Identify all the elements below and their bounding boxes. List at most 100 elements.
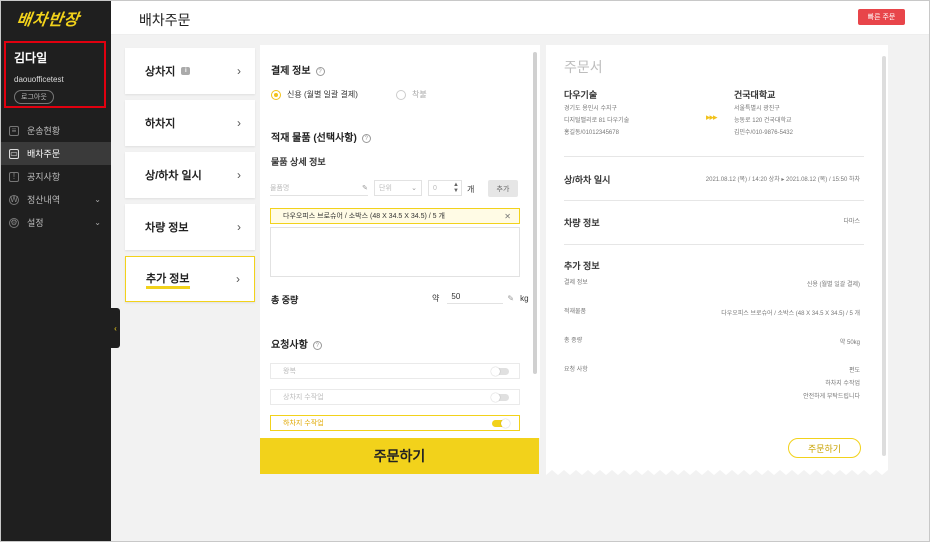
gear-icon: ⚙ <box>9 217 19 228</box>
sidebar-item-settings[interactable]: ⚙ 설정 ⌄ <box>1 211 111 234</box>
toggle-label: 왕복 <box>283 368 296 375</box>
sidebar-item-label: 설정 <box>27 218 44 228</box>
weight-value: 50 <box>451 292 461 301</box>
profile-id: daouofficetest <box>14 75 64 84</box>
chevron-left-icon: ‹ <box>114 323 117 333</box>
help-icon[interactable]: ? <box>315 67 325 76</box>
sidebar-item-dispatch-order[interactable]: ▭ 배차주문 <box>1 142 111 165</box>
item-name-input[interactable]: 물품명 ✎ <box>270 180 368 196</box>
cargo-value: 다우오피스 브로슈어 / 소박스 (48 X 34.5 X 34.5) / 5 … <box>721 311 860 317</box>
truck-icon: ▭ <box>9 148 19 159</box>
chevron-right-icon: › <box>237 220 241 234</box>
close-icon[interactable]: ✕ <box>504 212 511 221</box>
profile-name: 김다일 <box>14 51 48 65</box>
step-label: 상/하차 일시 <box>145 170 202 182</box>
schedule-value: 2021.08.12 (목) / 14:20 상차 ▸ 2021.08.12 (… <box>705 177 860 183</box>
add-item-button[interactable]: 추가 <box>488 180 518 197</box>
request-section-title: 요청사항? <box>271 336 322 351</box>
request-round-trip-toggle[interactable]: 왕복 <box>270 363 520 379</box>
page-title: 배차주문 <box>139 12 191 28</box>
sidebar-item-settlement[interactable]: W 정산내역 ⌄ <box>1 188 111 211</box>
help-icon[interactable]: ? <box>312 341 322 350</box>
logo[interactable]: 배차반장 <box>1 1 111 35</box>
cargo-label: 적재물품 <box>564 309 587 315</box>
step-label: 상차지 <box>145 66 176 78</box>
step-additional[interactable]: 추가 정보 › <box>125 256 255 302</box>
cargo-section-title: 적재 물품 (선택사항)? <box>271 129 371 144</box>
radio-dot <box>271 89 281 100</box>
vehicle-label: 차량 정보 <box>564 218 600 228</box>
toggle-switch[interactable] <box>492 419 510 428</box>
cargo-title-text: 적재 물품 (선택사항) <box>271 133 357 144</box>
weight-value: 약 50kg <box>839 340 860 346</box>
weight-unit: kg <box>520 293 529 303</box>
payment-section-title: 결제 정보? <box>271 62 325 77</box>
submit-order-button[interactable]: 주문하기 <box>260 438 539 474</box>
request-title-text: 요청사항 <box>271 340 308 351</box>
radio-dot <box>396 89 406 100</box>
pencil-icon: ✎ <box>507 293 515 303</box>
arrow-right-icon: ▸▸▸ <box>706 112 718 122</box>
payment-credit-radio[interactable]: 신용 (월별 일괄 결제) <box>271 89 358 100</box>
extra-info-label: 추가 정보 <box>564 261 600 271</box>
step-pickup[interactable]: 상차지 i › <box>125 48 255 94</box>
order-receipt: 주문서 다우기술 경기도 용인시 수지구 디지털밸리로 81 다우기술 홍길동/… <box>546 45 888 470</box>
total-weight-label: 총 중량 <box>271 295 299 305</box>
chevron-down-icon: ⌄ <box>94 218 101 227</box>
chevron-right-icon: › <box>237 168 241 182</box>
sidebar-item-notice[interactable]: ! 공지사항 <box>1 165 111 188</box>
vehicle-value: 다마스 <box>843 219 860 225</box>
form-scrollbar[interactable] <box>533 52 537 374</box>
pickup-address-line: 경기도 용인시 수지구 <box>564 106 618 112</box>
request-value: 하차지 수작업 <box>825 381 860 387</box>
chevron-right-icon: › <box>237 116 241 130</box>
logout-button[interactable]: 로그아웃 <box>14 90 54 104</box>
help-icon[interactable]: ? <box>361 134 371 143</box>
request-pickup-manual-toggle[interactable]: 상차지 수작업 <box>270 389 520 405</box>
order-form-panel: 결제 정보? 신용 (월별 일괄 결제) 착불 적재 물품 (선택사항)? 물품… <box>260 45 540 438</box>
receipt-order-button[interactable]: 주문하기 <box>788 438 861 458</box>
cargo-item-tag: 다우오피스 브로슈어 / 소박스 (48 X 34.5 X 34.5) / 5 … <box>270 208 520 224</box>
toggle-switch[interactable] <box>491 367 509 376</box>
sidebar-item-transport-status[interactable]: ≡ 운송현황 <box>1 119 111 142</box>
quick-order-button[interactable]: 빠른 주문 <box>858 9 905 25</box>
sidebar-item-label: 배차주문 <box>27 149 61 159</box>
total-weight-field[interactable]: 약 50 ✎ kg <box>432 292 529 304</box>
profile-box: 김다일 daouofficetest 로그아웃 <box>4 41 106 108</box>
quantity-stepper[interactable]: 0 ▲ ▼ <box>428 180 462 196</box>
step-dropoff[interactable]: 하차지 › <box>125 100 255 146</box>
request-dropoff-manual-toggle[interactable]: 하차지 수작업 <box>270 415 520 431</box>
pickup-name: 다우기술 <box>564 90 598 100</box>
receipt-scrollbar[interactable] <box>882 56 886 456</box>
cargo-list-area[interactable] <box>270 227 520 277</box>
pickup-contact: 홍길동/01012345678 <box>564 130 619 136</box>
step-label: 추가 정보 <box>146 270 190 289</box>
step-label: 차량 정보 <box>145 222 189 234</box>
step-schedule[interactable]: 상/하차 일시 › <box>125 152 255 198</box>
dropoff-address: 서울특별시 광진구 능동로 120 건국대학교 김민수/010-9876-543… <box>734 103 793 139</box>
radio-label: 신용 (월별 일괄 결제) <box>287 90 358 99</box>
toggle-switch[interactable] <box>491 393 509 402</box>
cargo-item-text: 다우오피스 브로슈어 / 소박스 (48 X 34.5 X 34.5) / 5 … <box>283 213 445 220</box>
chevron-right-icon: › <box>237 64 241 78</box>
quantity-value: 0 <box>433 184 437 192</box>
pencil-icon: ✎ <box>362 184 368 192</box>
request-label: 요청 사항 <box>564 367 588 373</box>
step-vehicle[interactable]: 차량 정보 › <box>125 204 255 250</box>
dropoff-name: 건국대학교 <box>734 90 776 100</box>
payment-label: 결제 정보 <box>564 280 588 286</box>
request-values: 편도 하차지 수작업 안전하게 부탁드립니다 <box>803 365 860 404</box>
cargo-detail-title: 물품 상세 정보 <box>271 157 326 167</box>
sidebar-item-label: 정산내역 <box>27 195 61 205</box>
unit-select[interactable]: 단위 ⌄ <box>374 180 422 196</box>
info-badge-icon: i <box>181 67 191 75</box>
unit-placeholder: 단위 <box>379 185 392 192</box>
sidebar-collapse-toggle[interactable]: ‹ <box>111 308 120 348</box>
weight-label: 총 중량 <box>564 338 583 344</box>
chevron-down-icon: ⌄ <box>94 195 101 204</box>
payment-title-text: 결제 정보 <box>271 66 311 77</box>
weight-input[interactable]: 50 <box>447 292 504 304</box>
chevron-right-icon: › <box>236 272 240 286</box>
payment-cod-radio[interactable]: 착불 <box>396 89 427 100</box>
receipt-zigzag-edge <box>546 468 888 476</box>
